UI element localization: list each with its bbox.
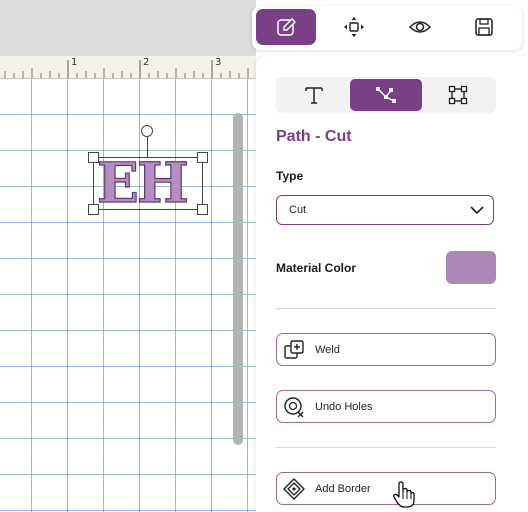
weld-button[interactable]: Weld — [276, 333, 496, 366]
type-label: Type — [276, 169, 304, 183]
floppy-disk-icon — [475, 18, 493, 36]
weld-label: Weld — [315, 343, 340, 356]
save-button[interactable] — [454, 9, 514, 45]
path-tool-icon — [376, 87, 396, 103]
canvas-scrollbar[interactable] — [233, 113, 243, 445]
divider — [276, 447, 496, 448]
undo-holes-icon — [284, 396, 304, 417]
tool-tabs — [276, 77, 496, 113]
chevron-down-icon — [470, 206, 484, 215]
preview-button[interactable] — [390, 9, 450, 45]
tab-shape[interactable] — [422, 79, 494, 111]
selection-box — [93, 157, 203, 210]
ruler-label: 1 — [71, 57, 78, 68]
ruler-label: 3 — [215, 57, 222, 68]
selected-design[interactable]: EH — [88, 151, 208, 215]
top-toolbar — [252, 6, 522, 50]
undo-holes-label: Undo Holes — [315, 400, 373, 413]
type-select-value: Cut — [289, 204, 307, 216]
resize-handle-bottom-left[interactable] — [88, 204, 99, 215]
canvas-top-bar — [0, 0, 256, 56]
text-tool-icon — [305, 87, 323, 104]
material-color-swatch[interactable] — [446, 251, 496, 284]
type-select[interactable]: Cut — [276, 195, 494, 225]
resize-handle-top-left[interactable] — [88, 152, 99, 163]
pencil-square-icon — [277, 18, 296, 36]
tab-path[interactable] — [350, 79, 422, 111]
arrange-button[interactable] — [324, 9, 384, 45]
weld-icon — [284, 339, 304, 359]
resize-handle-top-right[interactable] — [197, 152, 208, 163]
move-arrows-icon — [344, 17, 364, 37]
edit-button[interactable] — [256, 9, 316, 45]
ruler-label: 2 — [143, 57, 150, 68]
material-color-label: Material Color — [276, 261, 357, 275]
add-border-icon — [283, 477, 305, 500]
tab-text[interactable] — [278, 79, 350, 111]
panel-title: Path - Cut — [276, 128, 352, 145]
undo-holes-button[interactable]: Undo Holes — [276, 390, 496, 423]
design-canvas[interactable]: 1 2 3 EH — [0, 0, 256, 512]
bounding-box-icon — [448, 85, 468, 105]
resize-handle-bottom-right[interactable] — [197, 204, 208, 215]
eye-icon — [408, 21, 432, 33]
divider — [276, 308, 496, 309]
hand-cursor-icon — [393, 481, 415, 508]
horizontal-ruler: 1 2 3 — [0, 56, 256, 79]
rotate-handle[interactable] — [141, 125, 153, 137]
properties-panel: Path - Cut Type Cut Material Color Weld — [256, 56, 528, 512]
add-border-button[interactable]: Add Border — [276, 472, 496, 505]
add-border-label: Add Border — [315, 482, 371, 495]
